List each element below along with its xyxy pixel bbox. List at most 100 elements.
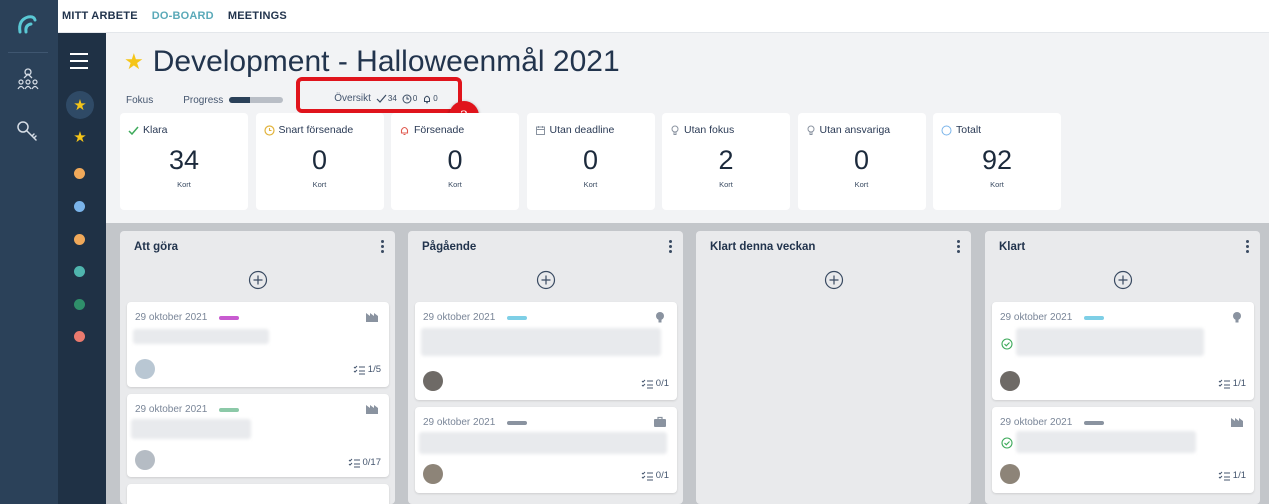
card-date: 29 oktober 2021 [1000,312,1073,323]
stat-label: Klara [143,124,168,136]
avatar[interactable] [1000,371,1020,391]
stat-unit: Kort [583,180,598,189]
title-row: ★ Development - Halloweenmål 2021 [124,45,620,79]
factory-icon [1231,418,1243,427]
avatar[interactable] [423,371,443,391]
card-date: 29 oktober 2021 [423,417,496,428]
task-card[interactable] [127,484,389,504]
avatar[interactable] [135,359,155,379]
stat-forsenade[interactable]: Försenade 0 Kort [391,113,519,210]
column-title: Pågående [422,241,477,253]
completed-check-icon [1001,338,1013,350]
factory-icon [366,405,378,414]
star-icon[interactable]: ★ [66,91,94,119]
card-date: 29 oktober 2021 [135,404,208,415]
checklist-icon [641,379,653,388]
tab-progress[interactable]: Progress [183,94,284,106]
menu-icon[interactable] [70,53,88,69]
task-card[interactable]: 29 oktober 2021 1/5 [127,302,389,387]
stat-label: Totalt [956,124,982,136]
board-dot-3[interactable] [74,234,85,245]
task-card[interactable]: 29 oktober 2021 0/17 [127,394,389,477]
star-icon[interactable]: ★ [66,123,94,151]
task-card[interactable]: 29 oktober 2021 0/1 [415,407,677,493]
stat-utan-deadline[interactable]: Utan deadline 0 Kort [526,113,655,210]
stat-value: 34 [168,145,200,175]
bulb-icon [1233,312,1241,323]
stat-label: Försenade [414,124,465,136]
stat-value: 0 [447,145,463,175]
top-navigation: MITT ARBETE DO-BOARD MEETINGS [58,0,1269,33]
column-att-gora: Att göra 29 oktober 2021 1/5 29 oktober … [120,231,395,504]
board-dot-2[interactable] [74,201,85,212]
column-title: Klart denna veckan [710,241,816,253]
key-icon[interactable] [14,117,42,145]
add-card-icon[interactable] [824,270,844,290]
avatar[interactable] [1000,464,1020,484]
checklist-icon [1218,379,1230,388]
card-date: 29 oktober 2021 [423,312,496,323]
page-title: Development - Halloweenmål 2021 [152,45,620,78]
card-tag [1084,421,1104,425]
add-card-icon[interactable] [536,270,556,290]
board-dot-4[interactable] [74,266,85,277]
kebab-menu-icon[interactable] [381,240,385,254]
card-title-redacted [1016,328,1204,356]
task-card[interactable]: 29 oktober 2021 0/1 [415,302,677,400]
stat-unit: Kort [990,180,1004,189]
stat-label: Utan fokus [684,124,735,136]
add-card-icon[interactable] [1113,270,1133,290]
tab-progress-label: Progress [183,94,224,106]
kebab-menu-icon[interactable] [669,240,673,254]
nav-do-board[interactable]: DO-BOARD [152,10,214,22]
stat-utan-fokus[interactable]: Utan fokus 2 Kort [662,113,790,210]
board-dot-5[interactable] [74,299,85,310]
highlight-box [296,77,462,113]
checklist-icon [353,365,365,374]
avatar[interactable] [135,450,155,470]
add-card-icon[interactable] [248,270,268,290]
bell-icon [400,126,409,135]
stat-snart-forsenade[interactable]: Snart försenade 0 Kort [255,113,384,210]
nav-meetings[interactable]: MEETINGS [228,10,287,22]
bulb-icon [671,125,679,135]
board-dot-6[interactable] [74,331,85,342]
app-logo-icon[interactable] [12,10,42,40]
column-title: Att göra [134,241,179,253]
rail-divider [8,52,48,53]
stat-unit: Kort [312,180,327,189]
stat-value: 0 [311,145,328,175]
briefcase-icon [654,416,666,427]
task-card[interactable]: 29 oktober 2021 1/1 [992,302,1254,400]
app-rail [0,0,58,504]
kebab-menu-icon[interactable] [1246,240,1250,254]
stat-utan-ansvariga[interactable]: Utan ansvariga 0 Kort [797,113,926,210]
favorite-star-icon[interactable]: ★ [124,49,144,75]
stat-value: 0 [853,145,870,175]
tab-fokus[interactable]: Fokus [126,95,153,106]
kebab-menu-icon[interactable] [957,240,961,254]
nav-mitt-arbete[interactable]: MITT ARBETE [62,10,138,22]
card-title-redacted [133,329,269,344]
team-icon[interactable] [14,64,42,92]
card-title-redacted [419,432,667,454]
stat-totalt[interactable]: Totalt 92 Kort [933,113,1061,210]
checklist-count: 1/1 [1218,378,1246,389]
board-dot-1[interactable] [74,168,85,179]
column-klart: Klart 29 oktober 2021 1/1 29 oktober 202… [985,231,1260,504]
checklist-count: 1/5 [353,364,381,375]
board-header: ★ Development - Halloweenmål 2021 Fokus … [106,33,1269,223]
task-card[interactable]: 29 oktober 2021 1/1 [992,407,1254,493]
checklist-count: 0/1 [641,378,669,389]
card-title-redacted [131,419,251,439]
checklist-icon [348,458,360,467]
stat-klara[interactable]: Klara 34 Kort [120,113,248,210]
checklist-count: 0/17 [348,457,381,468]
avatar[interactable] [423,464,443,484]
stat-value: 2 [718,145,734,175]
stat-label: Utan ansvariga [819,124,891,136]
card-date: 29 oktober 2021 [1000,417,1073,428]
checklist-count: 0/1 [641,470,669,481]
column-klart-denna-veckan: Klart denna veckan [696,231,971,504]
card-title-redacted [421,328,661,356]
